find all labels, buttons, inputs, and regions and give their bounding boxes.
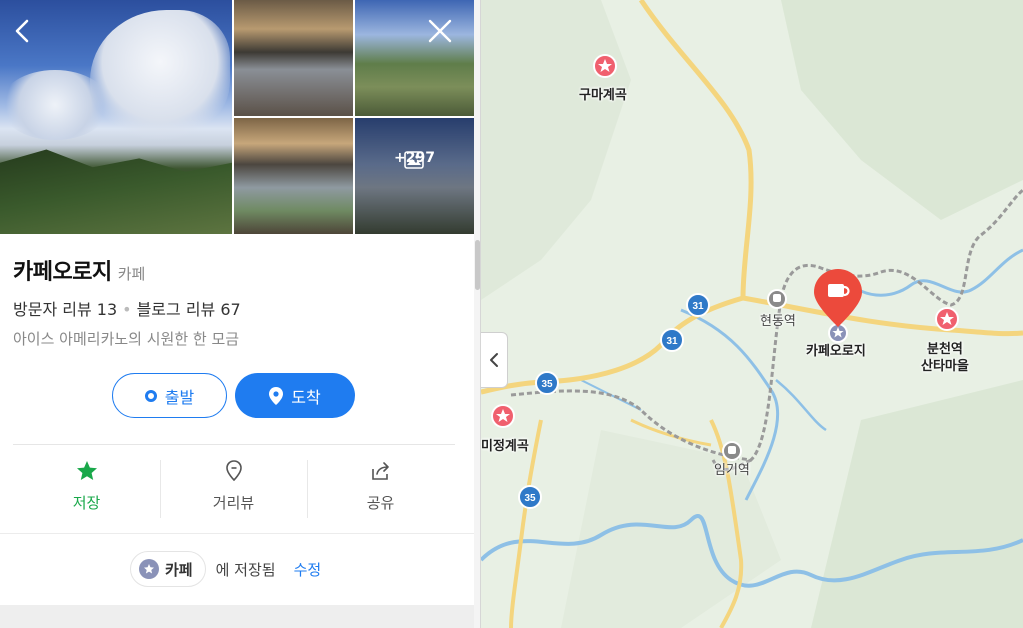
svg-text:35: 35 xyxy=(524,493,536,504)
place-category: 카페 xyxy=(117,265,146,283)
map-label-santa-village[interactable]: 산타마을 xyxy=(921,355,969,374)
saved-folder-name: 카페 xyxy=(165,560,193,579)
saved-status-text: 에 저장됨 xyxy=(215,560,276,579)
saved-folder-chip[interactable]: 카페 xyxy=(130,551,206,587)
folder-star-icon xyxy=(139,559,159,579)
start-button[interactable]: 출발 xyxy=(112,373,227,418)
road-31-shield: 31 xyxy=(686,293,710,317)
edit-link[interactable]: 수정 xyxy=(294,559,322,580)
poi-star-icon[interactable] xyxy=(935,307,959,331)
road-31-shield: 31 xyxy=(660,328,684,352)
place-name: 카페오로지 xyxy=(13,260,112,285)
collapse-panel-button[interactable] xyxy=(481,332,508,388)
photo-gallery[interactable]: +297 xyxy=(0,0,474,234)
panel-scrollbar[interactable] xyxy=(474,0,480,628)
review-counts: 방문자 리뷰 13 • 블로그 리뷰 67 xyxy=(13,296,241,320)
chevron-left-icon xyxy=(490,353,498,367)
section-gap xyxy=(0,605,474,628)
map-label-cafe[interactable]: 카페오로지 xyxy=(806,340,866,359)
share-icon xyxy=(372,462,389,480)
photo-thumbnail[interactable] xyxy=(234,0,353,116)
pin-icon xyxy=(269,386,284,405)
poi-star-icon[interactable] xyxy=(491,404,515,428)
save-label: 저장 xyxy=(72,494,101,512)
photo-more-thumbnail[interactable] xyxy=(355,118,474,234)
share-label: 공유 xyxy=(366,494,395,512)
divider xyxy=(0,533,474,534)
map-label-mijeong[interactable]: 미정계곡 xyxy=(481,435,529,454)
map-canvas[interactable]: 31 31 35 35 xyxy=(481,0,1023,628)
street-view-button[interactable]: 거리뷰 xyxy=(160,447,307,532)
share-button[interactable]: 공유 xyxy=(307,447,454,532)
photo-more-count[interactable]: +297 xyxy=(355,150,474,166)
separator-dot: • xyxy=(122,300,132,319)
arrive-button[interactable]: 도착 xyxy=(235,373,355,418)
train-station-icon[interactable] xyxy=(722,441,742,461)
map-label-imgi[interactable]: 임기역 xyxy=(714,459,750,478)
blog-review-link[interactable]: 블로그 리뷰 67 xyxy=(137,300,241,319)
save-button[interactable]: 저장 xyxy=(13,447,160,532)
start-label: 출발 xyxy=(164,387,195,407)
place-description: 아이스 아메리카노의 시원한 한 모금 xyxy=(13,330,240,348)
arrive-label: 도착 xyxy=(291,387,321,407)
star-icon xyxy=(77,461,97,480)
close-icon[interactable] xyxy=(427,17,453,45)
map-view[interactable]: 31 31 35 35 구마계곡 현동역 카페오로지 분천역 산타마을 미정계곡… xyxy=(481,0,1023,628)
road-35-shield: 35 xyxy=(535,371,559,395)
saved-folder-row: 카페 에 저장됨 수정 xyxy=(130,551,321,587)
map-label-hyeondong[interactable]: 현동역 xyxy=(760,310,796,329)
map-label-guma[interactable]: 구마계곡 xyxy=(579,84,627,103)
poi-star-icon[interactable] xyxy=(593,54,617,78)
svg-text:31: 31 xyxy=(666,336,678,347)
train-station-icon[interactable] xyxy=(767,289,787,309)
place-detail-screen: +297 카페오로지 카페 방문자 리뷰 13 • 블로그 리뷰 67 아이스 아메리… xyxy=(0,0,1023,628)
location-pin-icon xyxy=(226,460,242,482)
svg-text:31: 31 xyxy=(692,301,704,312)
selected-place-marker[interactable] xyxy=(814,269,862,343)
visitor-review-link[interactable]: 방문자 리뷰 13 xyxy=(13,300,117,319)
place-panel: +297 카페오로지 카페 방문자 리뷰 13 • 블로그 리뷰 67 아이스 아메리… xyxy=(0,0,481,628)
divider xyxy=(13,444,455,445)
street-view-label: 거리뷰 xyxy=(212,494,255,512)
svg-text:35: 35 xyxy=(541,379,553,390)
photo-thumbnail[interactable] xyxy=(355,0,474,116)
photo-thumbnail[interactable] xyxy=(234,118,353,234)
title-row: 카페오로지 카페 xyxy=(13,254,146,285)
action-bar: 저장 거리뷰 공유 xyxy=(13,447,455,532)
back-icon[interactable] xyxy=(9,17,35,45)
road-35-shield: 35 xyxy=(518,485,542,509)
start-circle-icon xyxy=(144,389,157,402)
